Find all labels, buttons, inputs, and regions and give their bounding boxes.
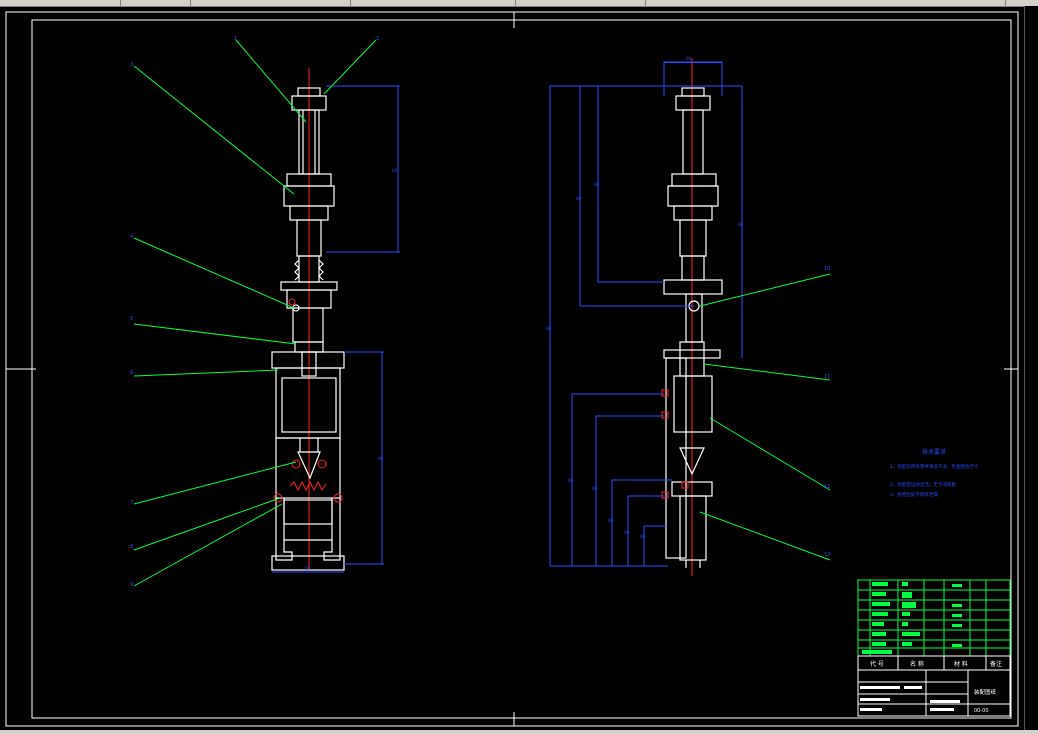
svg-text:7: 7 [130,500,133,506]
tech-requirement-item: 3、各密封处不得有泄漏 [890,491,938,498]
svg-text:00: 00 [738,222,744,227]
svg-text:00: 00 [608,518,614,523]
svg-text:2: 2 [376,36,379,42]
svg-text:1: 1 [234,36,237,42]
svg-text:11: 11 [824,374,830,380]
sheet-center-marks [6,12,1018,726]
cad-drawing-canvas[interactable]: 00 00 00 1 2 3 4 5 6 7 8 9 00 00 00 00 0… [0,0,1038,734]
tech-requirements-title: 技术要求 [922,448,946,456]
svg-text:00: 00 [378,456,384,461]
svg-text:00: 00 [686,56,692,61]
side-view-dimensions [549,61,743,567]
tech-requirement-item: 1、装配前所有零件清洗干净，检查配合尺寸 [890,463,979,470]
title-block: 代 号 名 称 材 料 备注 装配图纸 00-00 [857,655,1011,717]
svg-text:00: 00 [576,196,582,201]
svg-text:00: 00 [568,478,574,483]
front-view-assembly[interactable]: 00 00 00 1 2 3 4 5 6 7 8 9 [130,36,400,588]
svg-text:10: 10 [824,266,830,272]
front-view-dimensions [272,85,400,573]
svg-text:8: 8 [130,544,133,550]
svg-text:13: 13 [824,552,830,558]
svg-text:00: 00 [546,326,552,331]
svg-text:9: 9 [130,582,133,588]
svg-text:00: 00 [624,530,630,535]
svg-text:12: 12 [824,484,830,490]
technical-requirements-note: 技术要求 1、装配前所有零件清洗干净，检查配合尺寸 2、装配后运动灵活，无卡滞现… [890,448,979,498]
tech-requirement-item: 2、装配后运动灵活，无卡滞现象 [890,481,956,488]
svg-text:00: 00 [392,168,398,173]
title-block-header-name: 名 称 [910,660,924,668]
svg-text:5: 5 [130,316,133,322]
title-block-drawing-number: 00-00 [974,708,989,714]
svg-text:6: 6 [130,370,133,376]
title-block-header-remark: 备注 [990,660,1002,668]
parts-list-table [857,579,1011,657]
svg-text:00: 00 [305,566,311,571]
side-view-leader-lines [699,273,831,561]
vertical-scrollbar[interactable] [1024,6,1038,732]
svg-text:3: 3 [130,62,133,68]
title-block-header-code: 代 号 [870,660,884,668]
title-block-drawing-name: 装配图纸 [974,688,997,696]
status-strip [0,730,1038,734]
side-view-assembly[interactable]: 00 00 00 00 00 00 00 00 00 00 10 11 12 1… [546,56,830,576]
title-block-header-material: 材 料 [954,660,968,668]
svg-text:4: 4 [130,234,133,240]
sheet-outer-border [5,11,1019,727]
svg-text:00: 00 [592,486,598,491]
sheet-inner-frame [31,19,1012,719]
svg-text:00: 00 [594,182,600,187]
svg-text:00: 00 [640,534,646,539]
